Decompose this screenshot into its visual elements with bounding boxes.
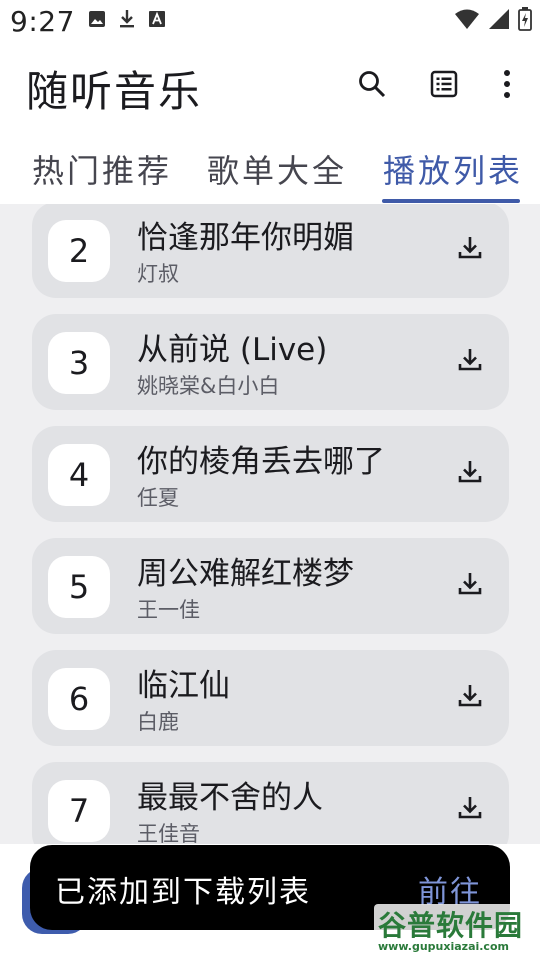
battery-icon <box>518 7 532 35</box>
song-artist: 王一佳 <box>137 598 200 622</box>
song-title: 临江仙 <box>137 668 230 704</box>
download-button[interactable] <box>452 790 488 830</box>
song-list[interactable]: 2 恰逢那年你明媚 灯叔 3 从前说 (Live) 姚晓棠&白小白 4 你的棱角… <box>0 204 540 844</box>
song-item[interactable]: 5 周公难解红楼梦 王一佳 <box>32 538 509 634</box>
download-icon <box>457 346 483 378</box>
download-icon <box>118 9 136 33</box>
song-artist: 任夏 <box>137 486 179 510</box>
song-rank: 7 <box>48 780 110 842</box>
tab-indicator <box>382 199 520 203</box>
image-icon <box>88 10 106 32</box>
tab-hot-recommend[interactable]: 热门推荐 <box>32 146 172 192</box>
status-system-icons <box>454 7 532 35</box>
song-artist: 王佳音 <box>137 822 200 844</box>
download-button[interactable] <box>452 454 488 494</box>
song-title: 周公难解红楼梦 <box>137 556 354 592</box>
search-button[interactable] <box>350 64 394 108</box>
wifi-icon <box>454 8 480 34</box>
status-time: 9:27 <box>10 5 75 38</box>
watermark-url: www.gupuxiazai.com <box>378 940 509 953</box>
song-item[interactable]: 4 你的棱角丢去哪了 任夏 <box>32 426 509 522</box>
song-item[interactable]: 2 恰逢那年你明媚 灯叔 <box>32 204 509 298</box>
tab-play-queue[interactable]: 播放列表 <box>383 146 523 192</box>
download-button[interactable] <box>452 566 488 606</box>
download-button[interactable] <box>452 342 488 382</box>
song-rank: 6 <box>48 668 110 730</box>
watermark-brand: 谷普软件园 <box>378 909 524 942</box>
download-icon <box>457 570 483 602</box>
song-rank: 2 <box>48 220 110 282</box>
song-artist: 灯叔 <box>137 262 179 286</box>
song-artist: 姚晓棠&白小白 <box>137 374 280 398</box>
song-rank: 3 <box>48 332 110 394</box>
snackbar-message: 已添加到下载列表 <box>55 875 311 910</box>
song-title: 从前说 (Live) <box>137 332 328 368</box>
download-icon <box>457 234 483 266</box>
tab-bar: 热门推荐 歌单大全 播放列表 <box>0 136 540 204</box>
text-icon <box>148 10 166 32</box>
song-item[interactable]: 3 从前说 (Live) 姚晓棠&白小白 <box>32 314 509 410</box>
song-title: 你的棱角丢去哪了 <box>137 444 385 480</box>
more-vert-icon <box>503 69 511 103</box>
song-item[interactable]: 6 临江仙 白鹿 <box>32 650 509 746</box>
download-icon <box>457 682 483 714</box>
more-options-button[interactable] <box>485 64 529 108</box>
download-button[interactable] <box>452 230 488 270</box>
download-icon <box>457 458 483 490</box>
song-artist: 白鹿 <box>137 710 179 734</box>
song-rank: 5 <box>48 556 110 618</box>
status-bar: 9:27 <box>0 0 540 44</box>
list-icon <box>429 69 459 103</box>
search-icon <box>357 69 387 103</box>
playlist-button[interactable] <box>422 64 466 108</box>
song-item[interactable]: 7 最最不舍的人 王佳音 <box>32 762 509 844</box>
song-title: 最最不舍的人 <box>137 780 323 816</box>
song-title: 恰逢那年你明媚 <box>137 220 354 256</box>
song-rank: 4 <box>48 444 110 506</box>
signal-icon <box>488 8 510 34</box>
download-icon <box>457 794 483 826</box>
app-title: 随听音乐 <box>26 67 203 116</box>
status-notification-icons <box>88 9 166 33</box>
tab-playlists[interactable]: 歌单大全 <box>207 146 347 192</box>
download-button[interactable] <box>452 678 488 718</box>
watermark-logo: 谷普软件园 www.gupuxiazai.com <box>374 904 538 956</box>
app-bar: 随听音乐 <box>0 44 540 128</box>
